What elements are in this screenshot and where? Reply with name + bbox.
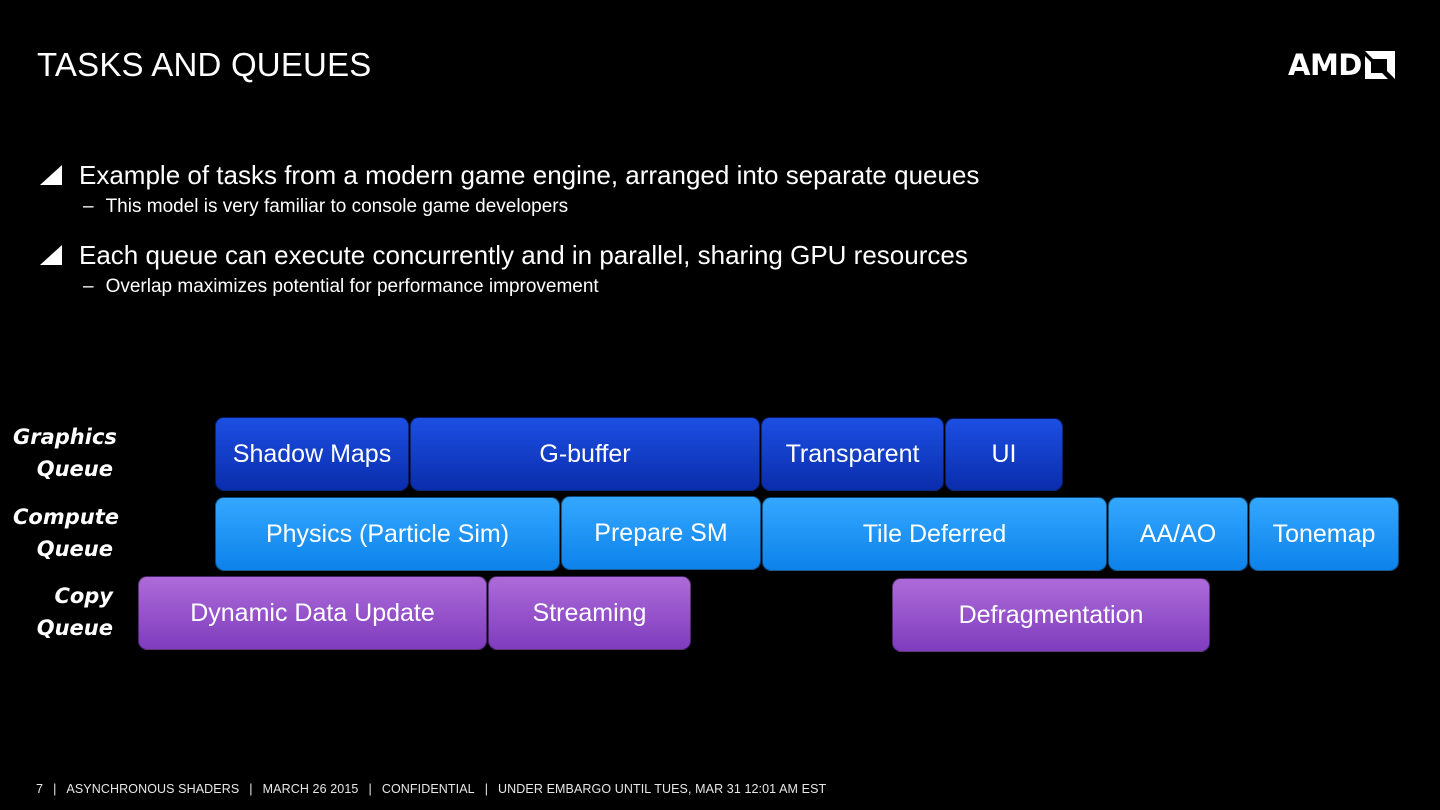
task-ui: UI (945, 418, 1063, 491)
triangle-bullet-icon (40, 245, 62, 265)
label-line: Copy (54, 584, 113, 608)
sub-bullet-text: Overlap maximizes potential for performa… (105, 276, 599, 297)
task-transparent: Transparent (761, 417, 944, 491)
task-aa-ao: AA/AO (1108, 497, 1248, 571)
bullet-list: Example of tasks from a modern game engi… (40, 158, 979, 318)
dash-marker: – (83, 196, 94, 217)
sub-bullet-text: This model is very familiar to console g… (105, 196, 569, 217)
bullet-text: Example of tasks from a modern game engi… (79, 159, 980, 190)
footer-item: CONFIDENTIAL (381, 782, 475, 796)
sub-bullet: – Overlap maximizes potential for perfor… (40, 272, 979, 302)
task-streaming: Streaming (488, 576, 691, 650)
compute-queue-label: Compute Queue (13, 501, 119, 565)
label-line: Queue (36, 616, 113, 640)
footer-item: ASYNCHRONOUS SHADERS (66, 782, 240, 796)
footer-item: MARCH 26 2015 (262, 782, 359, 796)
label-line: Queue (36, 457, 113, 481)
separator: | (53, 782, 57, 796)
copy-queue-label: Copy Queue (13, 580, 113, 644)
graphics-queue-label: Graphics Queue (13, 421, 117, 485)
bullet-item: Each queue can execute concurrently and … (40, 238, 979, 272)
page-number: 7 (36, 782, 44, 796)
task-physics: Physics (Particle Sim) (215, 497, 560, 571)
amd-arrow-icon (1364, 51, 1395, 79)
task-tile-deferred: Tile Deferred (762, 497, 1107, 571)
slide-footer: 7 | ASYNCHRONOUS SHADERS | MARCH 26 2015 | CON… (36, 782, 826, 796)
label-line: Graphics (13, 425, 117, 449)
bullet-item: Example of tasks from a modern game engi… (40, 158, 979, 192)
dash-marker: – (83, 276, 94, 297)
bullet-text: Each queue can execute concurrently and … (79, 239, 968, 270)
label-line: Compute (13, 505, 119, 529)
task-defragmentation: Defragmentation (892, 578, 1210, 652)
triangle-bullet-icon (40, 165, 62, 185)
task-g-buffer: G-buffer (410, 417, 760, 491)
separator: | (368, 782, 372, 796)
separator: | (484, 782, 489, 796)
task-tonemap: Tonemap (1249, 497, 1399, 571)
footer-item: UNDER EMBARGO UNTIL TUES, MAR 31 12:01 A… (498, 782, 827, 796)
slide-title: TASKS AND QUEUES (37, 46, 372, 83)
task-prepare-sm: Prepare SM (561, 496, 761, 570)
sub-bullet: – This model is very familiar to console… (40, 192, 979, 222)
task-shadow-maps: Shadow Maps (215, 417, 409, 491)
separator: | (249, 782, 253, 796)
label-line: Queue (36, 537, 113, 561)
amd-logo: AMD (1288, 49, 1395, 81)
logo-text: AMD (1288, 48, 1362, 82)
task-dynamic-data-update: Dynamic Data Update (138, 576, 487, 650)
